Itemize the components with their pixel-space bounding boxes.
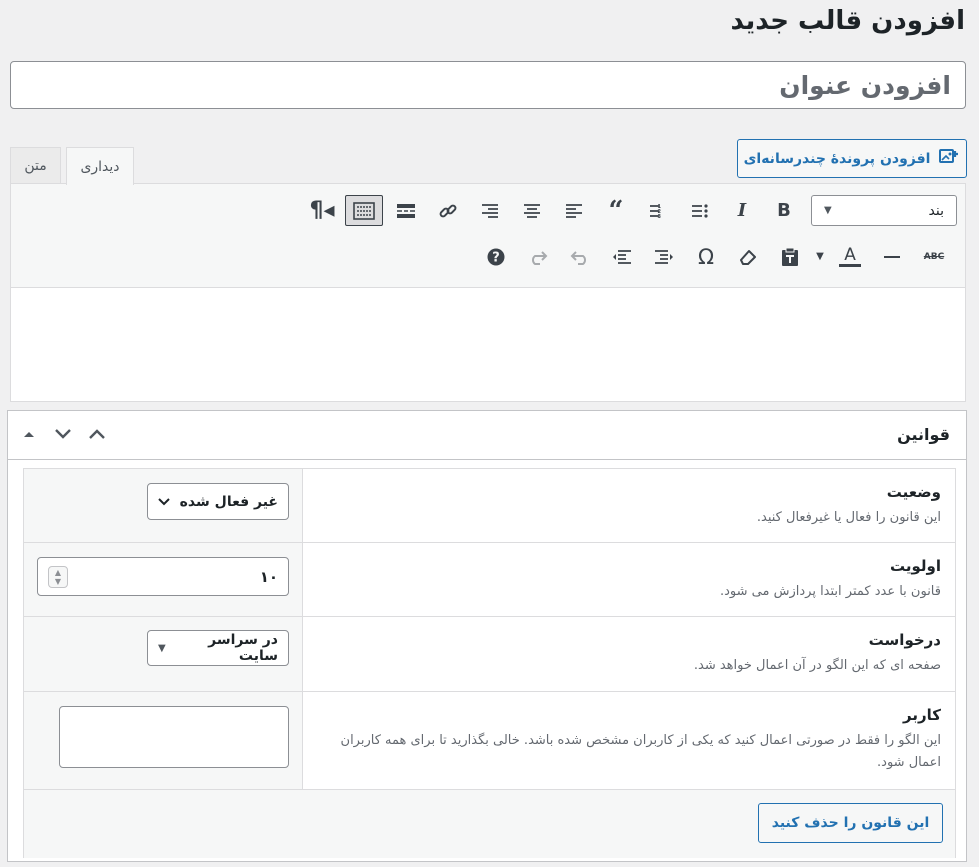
delete-rule-button[interactable]: این قانون را حذف کنید xyxy=(758,803,943,843)
priority-description: قانون با عدد کمتر ابتدا پردازش می شود. xyxy=(720,584,941,599)
tab-text[interactable]: متن xyxy=(10,147,61,184)
status-description: این قانون را فعال یا غیرفعال کنید. xyxy=(756,510,941,525)
number-stepper-icon[interactable]: ▲ ▼ xyxy=(48,565,68,588)
priority-input[interactable]: ۱۰ ▲ ▼ xyxy=(37,557,289,596)
tab-visual[interactable]: دیداری xyxy=(66,147,134,185)
svg-text:?: ? xyxy=(492,250,500,265)
user-textarea[interactable] xyxy=(59,706,289,768)
priority-value: ۱۰ xyxy=(259,567,278,586)
rule-row-priority: اولویت قانون با عدد کمتر ابتدا پردازش می… xyxy=(24,543,955,617)
priority-label: اولویت xyxy=(889,557,941,575)
special-character-icon[interactable]: Ω xyxy=(687,241,725,272)
rule-label-cell: درخواست صفحه ای که این الگو در آن اعمال … xyxy=(303,617,955,691)
strikethrough-icon[interactable]: ABC xyxy=(915,241,953,272)
rules-metabox: قوانین وضعیت این قانون را فعال یا غیرفعا… xyxy=(7,410,967,862)
rule-row-request: درخواست صفحه ای که این الگو در آن اعمال … xyxy=(24,617,955,692)
status-label: وضعیت xyxy=(886,483,941,501)
italic-icon[interactable]: I xyxy=(723,195,761,226)
rule-field-cell: ۱۰ ▲ ▼ xyxy=(24,543,303,616)
user-label: کاربر xyxy=(903,706,941,724)
toggle-caret-icon[interactable] xyxy=(18,423,40,445)
help-icon[interactable]: ? xyxy=(477,241,515,272)
editor-toolbar: بند ▼ B I 123 “ ◂¶ ABC A ▼ Ω ? xyxy=(11,184,965,288)
rule-label-cell: کاربر این الگو را فقط در صورتی اعمال کنی… xyxy=(303,692,955,789)
align-left-icon[interactable] xyxy=(555,195,593,226)
move-up-icon[interactable] xyxy=(86,423,108,445)
text-color-icon[interactable]: A xyxy=(831,241,869,272)
format-select-value: بند xyxy=(928,202,944,219)
align-center-icon[interactable] xyxy=(513,195,551,226)
metabox-title: قوانین xyxy=(897,425,950,444)
blockquote-icon[interactable]: “ xyxy=(597,195,635,226)
rule-field-cell: غیر فعال شده xyxy=(24,469,303,542)
undo-icon[interactable] xyxy=(561,241,599,272)
rule-field-cell: در سراسر سایت ▼ xyxy=(24,617,303,691)
toolbar-row-1: B I 123 “ ◂¶ xyxy=(303,195,803,226)
numbered-list-icon[interactable]: 123 xyxy=(639,195,677,226)
add-media-button[interactable]: افزودن پروندهٔ چندرسانه‌ای xyxy=(737,139,967,178)
request-label: درخواست xyxy=(868,631,941,649)
outdent-icon[interactable] xyxy=(645,241,683,272)
metabox-controls xyxy=(18,423,108,445)
rtl-icon[interactable]: ◂¶ xyxy=(303,195,341,226)
align-right-icon[interactable] xyxy=(471,195,509,226)
chevron-down-icon: ▼ xyxy=(158,642,166,654)
chevron-down-icon[interactable]: ▼ xyxy=(813,241,827,272)
paste-as-text-icon[interactable] xyxy=(771,241,809,272)
rule-label-cell: اولویت قانون با عدد کمتر ابتدا پردازش می… xyxy=(303,543,955,616)
chevron-down-icon xyxy=(158,494,170,510)
status-select[interactable]: غیر فعال شده xyxy=(147,483,289,520)
metabox-header: قوانین xyxy=(8,411,966,460)
toolbar-toggle-icon[interactable] xyxy=(345,195,383,226)
rule-label-cell: وضعیت این قانون را فعال یا غیرفعال کنید. xyxy=(303,469,955,542)
chevron-down-icon: ▼ xyxy=(824,205,832,216)
clear-formatting-icon[interactable] xyxy=(729,241,767,272)
status-select-value: غیر فعال شده xyxy=(179,493,278,510)
request-description: صفحه ای که این الگو در آن اعمال خواهد شد… xyxy=(693,658,941,673)
link-icon[interactable] xyxy=(429,195,467,226)
toolbar-row-2: ABC A ▼ Ω ? xyxy=(477,241,953,272)
rule-row-actions: این قانون را حذف کنید xyxy=(24,790,955,858)
bold-icon[interactable]: B xyxy=(765,195,803,226)
media-add-icon xyxy=(938,147,960,171)
editor-content[interactable] xyxy=(11,288,965,401)
redo-icon[interactable] xyxy=(519,241,557,272)
bullet-list-icon[interactable] xyxy=(681,195,719,226)
editor: بند ▼ B I 123 “ ◂¶ ABC A ▼ Ω ? xyxy=(10,183,966,402)
read-more-icon[interactable] xyxy=(387,195,425,226)
page-title: افزودن قالب جدید xyxy=(730,6,965,36)
add-media-label: افزودن پروندهٔ چندرسانه‌ای xyxy=(743,150,931,167)
title-input[interactable] xyxy=(10,61,966,109)
indent-icon[interactable] xyxy=(603,241,641,272)
move-down-icon[interactable] xyxy=(52,423,74,445)
request-select-value: در سراسر سایت xyxy=(208,632,278,664)
rule-row-status: وضعیت این قانون را فعال یا غیرفعال کنید.… xyxy=(24,469,955,543)
horizontal-line-icon[interactable] xyxy=(873,241,911,272)
rule-field-cell xyxy=(24,692,303,789)
format-select[interactable]: بند ▼ xyxy=(811,195,957,226)
user-description: این الگو را فقط در صورتی اعمال کنید که ی… xyxy=(340,733,941,770)
rules-table: وضعیت این قانون را فعال یا غیرفعال کنید.… xyxy=(23,468,956,858)
request-select[interactable]: در سراسر سایت ▼ xyxy=(147,630,289,666)
rule-row-user: کاربر این الگو را فقط در صورتی اعمال کنی… xyxy=(24,692,955,790)
